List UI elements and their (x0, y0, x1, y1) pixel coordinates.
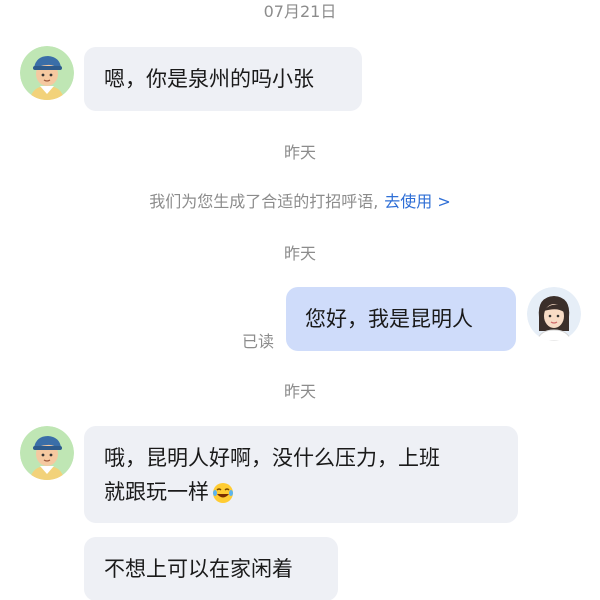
tip-text: 我们为您生成了合适的打招呼语, (149, 192, 379, 211)
message-bubble[interactable]: 嗯，你是泉州的吗小张 (84, 47, 362, 111)
greeting-suggestion-tip: 我们为您生成了合适的打招呼语, 去使用 > (0, 188, 600, 212)
timestamp: 昨天 (283, 382, 316, 401)
female-avatar-icon (527, 287, 581, 341)
timestamp: 昨天 (283, 143, 316, 162)
my-avatar[interactable] (527, 287, 581, 341)
male-avatar-icon (20, 426, 74, 480)
male-avatar-icon (20, 46, 74, 100)
message-text: 嗯，你是泉州的吗小张 (104, 67, 314, 91)
use-greeting-link[interactable]: 去使用 > (384, 192, 451, 211)
contact-avatar[interactable] (20, 46, 74, 100)
read-status: 已读 (242, 332, 275, 351)
message-text: 就跟玩一样 (104, 480, 209, 504)
message-text: 不想上可以在家闲着 (104, 557, 293, 581)
chat-conversation: 07月21日 嗯，你是泉州的吗小张 昨天 我们为您生成了合适的打招呼语, 去使用 … (0, 0, 600, 600)
message-text-line: 哦，昆明人好啊，没什么压力，上班 (104, 446, 440, 470)
message-bubble[interactable]: 不想上可以在家闲着 (84, 537, 338, 600)
message-text-line: 就跟玩一样 (104, 475, 498, 509)
timestamp: 07月21日 (263, 2, 337, 21)
timestamp: 昨天 (283, 244, 316, 263)
message-text: 您好，我是昆明人 (305, 307, 473, 331)
contact-avatar[interactable] (20, 426, 74, 480)
message-bubble[interactable]: 哦，昆明人好啊，没什么压力，上班 就跟玩一样 (84, 426, 518, 523)
laughing-tears-emoji-icon (213, 483, 233, 503)
message-bubble-sent[interactable]: 您好，我是昆明人 (286, 287, 516, 351)
